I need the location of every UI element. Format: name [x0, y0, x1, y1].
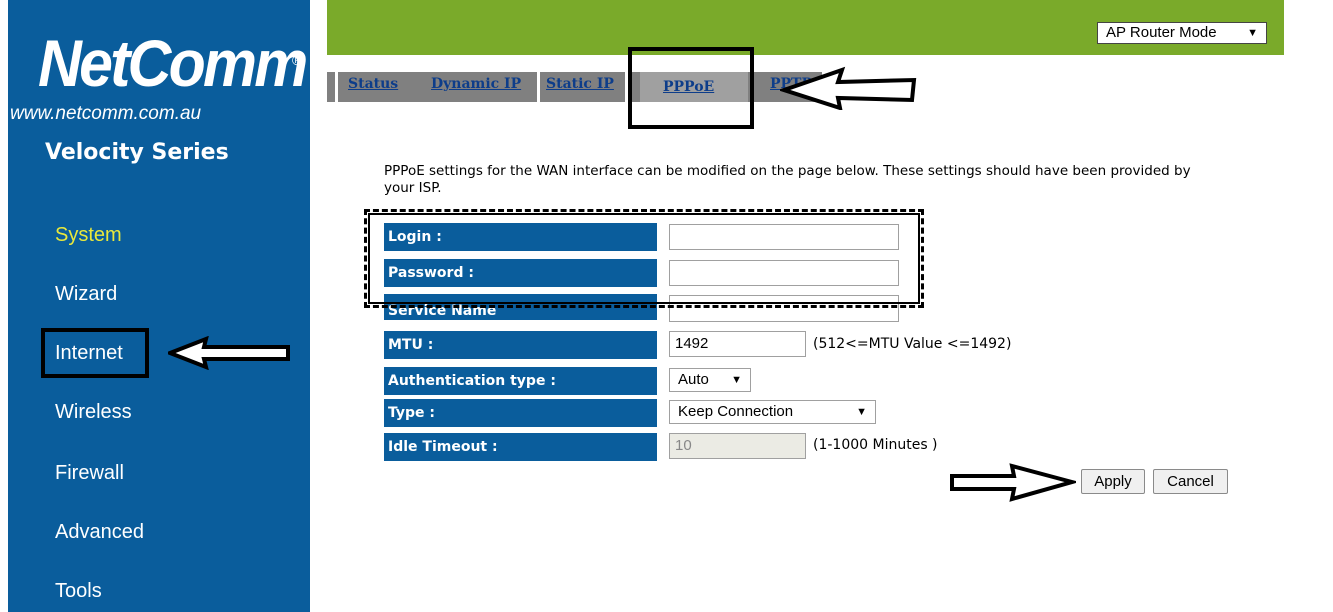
mtu-input[interactable]: 1492 — [669, 331, 806, 357]
mode-select[interactable]: AP Router Mode ▼ — [1097, 22, 1267, 44]
sidebar-item-firewall[interactable]: Firewall — [55, 462, 124, 485]
authentication-type-value: Auto — [678, 371, 709, 388]
apply-button[interactable]: Apply — [1081, 469, 1145, 494]
tab-separator — [537, 72, 540, 102]
netcomm-logo: NetComm — [38, 26, 308, 100]
authentication-type-label: Authentication type : — [384, 367, 657, 395]
tab-separator — [335, 72, 338, 102]
idle-timeout-label: Idle Timeout : — [384, 433, 657, 461]
arrow-left-icon — [168, 336, 290, 370]
arrow-left-icon — [780, 66, 917, 110]
idle-timeout-hint: (1-1000 Minutes ) — [813, 437, 938, 453]
idle-timeout-input: 10 — [669, 433, 806, 459]
sidebar: NetComm ® www.netcomm.com.au Velocity Se… — [8, 0, 310, 612]
internet-highlight-box — [41, 328, 149, 378]
type-label: Type : — [384, 399, 657, 427]
pppoe-highlight-box — [628, 47, 754, 129]
sidebar-item-wireless[interactable]: Wireless — [55, 401, 132, 424]
series-title: Velocity Series — [45, 140, 229, 165]
login-password-highlight-box-inner — [368, 213, 920, 304]
caret-down-icon: ▼ — [1247, 27, 1258, 39]
website-url: www.netcomm.com.au — [10, 103, 202, 124]
mtu-hint: (512<=MTU Value <=1492) — [813, 336, 1012, 352]
mode-select-value: AP Router Mode — [1106, 24, 1217, 41]
page-description: PPPoE settings for the WAN interface can… — [384, 163, 1191, 196]
tab-static-ip[interactable]: Static IP — [546, 76, 614, 92]
caret-down-icon: ▼ — [731, 374, 742, 386]
tab-dynamic-ip[interactable]: Dynamic IP — [431, 76, 521, 92]
connection-type-value: Keep Connection — [678, 403, 794, 420]
sidebar-item-system[interactable]: System — [55, 224, 122, 247]
connection-type-select[interactable]: Keep Connection ▼ — [669, 400, 876, 424]
mtu-label: MTU : — [384, 331, 657, 359]
cancel-button[interactable]: Cancel — [1153, 469, 1228, 494]
sidebar-item-tools[interactable]: Tools — [55, 580, 102, 603]
sidebar-item-wizard[interactable]: Wizard — [55, 283, 117, 306]
arrow-right-icon — [950, 463, 1076, 502]
sidebar-item-advanced[interactable]: Advanced — [55, 521, 144, 544]
authentication-type-select[interactable]: Auto ▼ — [669, 368, 751, 392]
caret-down-icon: ▼ — [856, 406, 867, 418]
tab-status[interactable]: Status — [348, 76, 398, 92]
logo-registered-mark: ® — [292, 52, 303, 68]
